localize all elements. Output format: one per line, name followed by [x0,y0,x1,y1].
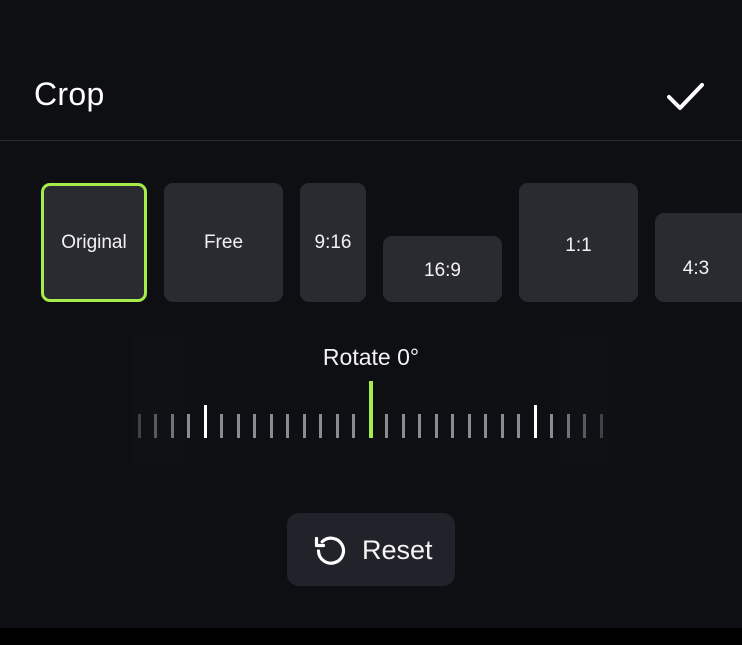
dial-tick [467,414,471,438]
reset-label: Reset [362,535,433,565]
dial-tick [236,414,240,438]
dial-tick [434,414,438,438]
dial-tick [253,414,256,438]
confirm-button[interactable] [662,74,708,120]
ratio-option-4-3[interactable]: 4:3 [655,213,742,302]
dial-tick [137,414,141,438]
dial-fade-left [133,336,183,464]
dial-major-tick [203,405,207,438]
dial-tick [319,414,322,438]
crop-header: Crop [0,0,742,140]
dial-tick [451,414,454,438]
dial-tick [269,414,273,438]
bottom-bar [0,628,742,645]
checkmark-icon [667,83,704,110]
dial-tick [418,414,421,438]
ratio-option-9-16[interactable]: 9:16 [300,183,366,302]
dial-tick [484,414,487,438]
rotation-dial[interactable] [133,336,609,464]
ratio-option-16-9[interactable]: 16:9 [383,236,502,302]
dial-tick [517,414,520,438]
ratio-option-label: 9:16 [314,231,352,253]
dial-tick [352,414,355,438]
ratio-option-label: Free [203,231,244,253]
ratio-option-label: 4:3 [682,258,710,279]
dial-tick [187,414,190,438]
ratio-option-free[interactable]: Free [164,183,283,302]
page-title: Crop [34,76,105,112]
ratio-option-label: Original [61,231,127,253]
dial-tick [335,414,339,438]
ratio-option-label: 1:1 [565,235,592,256]
ratio-option-original[interactable]: Original [41,183,147,302]
dial-tick [566,414,570,438]
dial-tick [302,414,306,438]
reset-button[interactable]: Reset [287,513,455,586]
dial-center-indicator [368,381,373,438]
dial-tick [385,414,388,438]
reset-rotate-icon [314,536,346,565]
dial-tick [220,414,223,438]
dial-tick [583,414,586,438]
dial-tick [170,414,174,438]
ratio-option-1-1[interactable]: 1:1 [519,183,638,302]
dial-tick [401,414,405,438]
dial-tick [500,414,504,438]
header-divider [0,140,742,141]
dial-tick [154,414,157,438]
ratio-option-label: 16:9 [424,260,461,281]
dial-fade-right [559,336,609,464]
dial-tick [286,414,289,438]
dial-major-tick [533,405,537,438]
dial-tick [599,414,603,438]
dial-tick [550,414,553,438]
